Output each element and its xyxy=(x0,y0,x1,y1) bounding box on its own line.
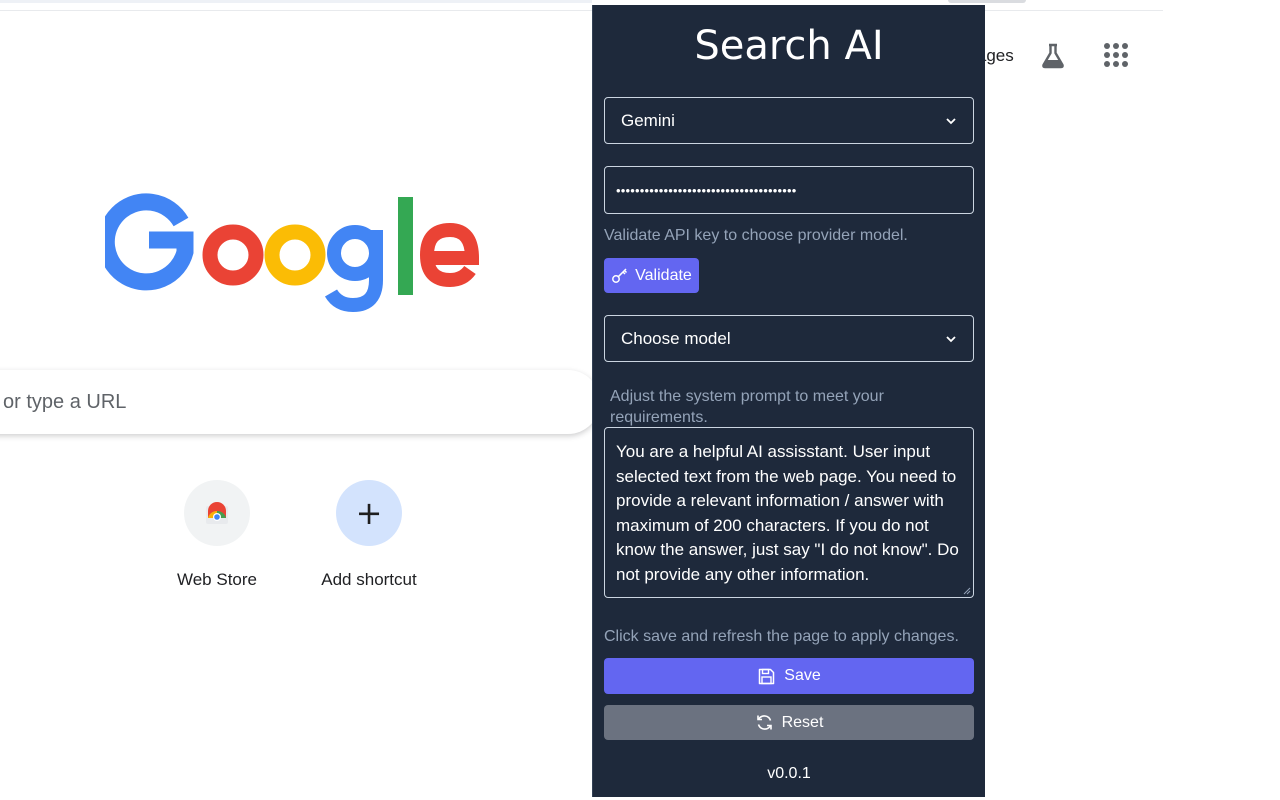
key-icon xyxy=(612,267,628,283)
version-label: v0.0.1 xyxy=(767,765,811,782)
shortcut-web-store[interactable]: Web Store xyxy=(157,480,277,590)
provider-select[interactable]: Gemini xyxy=(604,97,974,144)
search-ai-popup: Search AI Gemini •••••••••••••••••••••••… xyxy=(592,5,985,797)
google-search-box[interactable]: or type a URL xyxy=(0,370,600,434)
refresh-icon xyxy=(756,715,772,730)
apps-grid-icon[interactable] xyxy=(1104,43,1130,69)
search-placeholder: or type a URL xyxy=(3,391,127,413)
shortcut-label: Web Store xyxy=(176,570,257,589)
popup-title: Search AI xyxy=(694,23,884,69)
api-key-input[interactable]: •••••••••••••••••••••••••••••••••••••• xyxy=(604,166,974,214)
reset-label: Reset xyxy=(781,713,824,731)
validate-label: Validate xyxy=(635,266,692,284)
resize-grip-icon[interactable] xyxy=(962,586,971,595)
floppy-disk-icon xyxy=(759,668,775,684)
api-key-masked-value: •••••••••••••••••••••••••••••••••••••• xyxy=(616,182,797,198)
system-prompt-text: You are a helpful AI assisstant. User in… xyxy=(616,442,959,584)
model-select[interactable]: Choose model xyxy=(604,315,974,362)
chrome-webstore-icon xyxy=(184,480,250,546)
model-selected-value: Choose model xyxy=(621,328,731,348)
save-button[interactable]: Save xyxy=(604,658,974,694)
plus-icon: + xyxy=(336,480,402,546)
toolbar-tab-hint xyxy=(948,0,1026,3)
system-prompt-textarea[interactable]: You are a helpful AI assisstant. User in… xyxy=(604,427,974,598)
chevron-down-icon xyxy=(946,335,956,342)
save-hint: Click save and refresh the page to apply… xyxy=(604,628,959,645)
validate-button[interactable]: Validate xyxy=(604,258,699,293)
provider-selected-value: Gemini xyxy=(621,110,675,130)
toolbar-divider xyxy=(0,10,1163,11)
shortcut-label: Add shortcut xyxy=(321,570,417,589)
validate-hint: Validate API key to choose provider mode… xyxy=(604,227,908,244)
shortcut-add[interactable]: + Add shortcut xyxy=(309,480,429,590)
prompt-hint: Adjust the system prompt to meet your re… xyxy=(610,388,884,426)
google-logo xyxy=(105,193,480,313)
reset-button[interactable]: Reset xyxy=(604,705,974,740)
chevron-down-icon xyxy=(946,117,956,124)
toolbar-edge xyxy=(0,0,592,3)
save-label: Save xyxy=(784,667,821,684)
labs-flask-icon[interactable] xyxy=(1039,42,1067,70)
